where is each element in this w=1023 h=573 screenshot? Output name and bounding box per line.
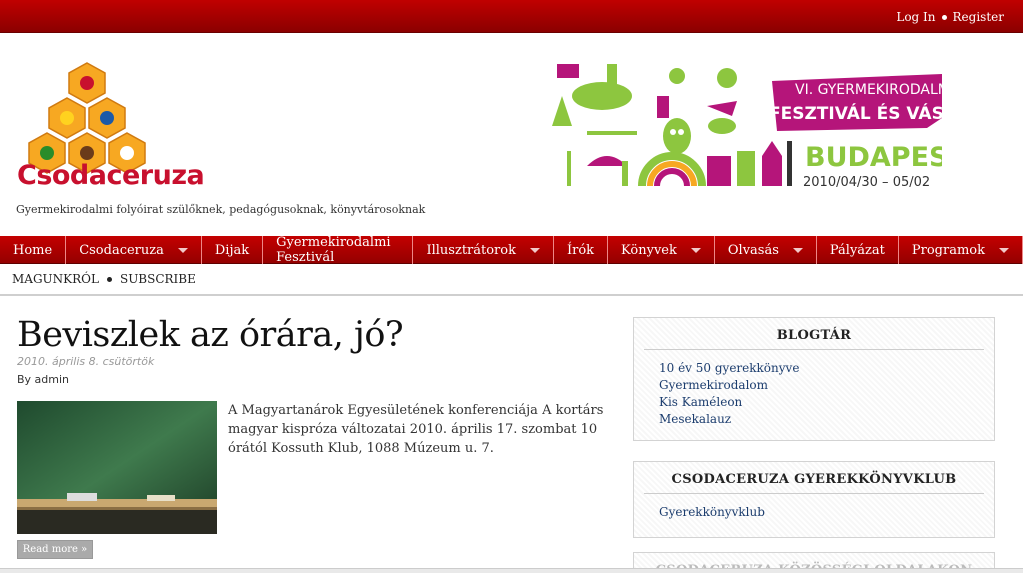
login-link[interactable]: Log In [896,10,935,24]
nav-label: Gyermekirodalmi Fesztivál [276,235,391,265]
sidebar-widget-gyerekkonyvklub: CSODACERUZA GYEREKKÖNYVKLUB Gyerekkönyvk… [633,461,995,538]
nav-dijak[interactable]: Dijak [202,236,264,264]
top-bar: Log In Register [0,0,1023,33]
banner-city: BUDAPEST [805,142,942,173]
post-excerpt: A Magyartanárok Egyesületének konferenci… [228,403,604,456]
nav-label: Olvasás [727,242,779,258]
page-bottom-edge [0,568,1023,573]
chevron-down-icon [999,247,1009,253]
nav-fesztival[interactable]: Gyermekirodalmi Fesztivál [263,235,414,265]
nav-label: Illusztrátorok [426,242,516,258]
main-navigation: Home Csodaceruza Dijak Gyermekirodalmi F… [0,235,1023,265]
site-name[interactable]: Csodaceruza [17,160,205,191]
sidebar-link[interactable]: Gyermekirodalom [659,377,994,394]
site-tagline: Gyermekirodalmi folyóirat szülőknek, ped… [16,203,426,216]
read-more-button[interactable]: Read more » [17,540,93,559]
festival-banner[interactable]: VI. GYERMEKIRODALMI FESZTIVÁL ÉS VÁSÁR B… [547,56,942,190]
post-author: By admin [17,373,70,386]
nav-konyvek[interactable]: Könyvek [608,236,715,264]
sidebar-link[interactable]: Mesekalauz [659,411,994,428]
post-title[interactable]: Beviszlek az órára, jó? [17,315,404,355]
widget-link-list: Gyerekkönyvklub [634,494,994,521]
nav-label: Programok [911,242,985,258]
banner-line1: VI. GYERMEKIRODALMI [795,82,942,98]
banner-dates: 2010/04/30 – 05/02 [803,175,930,190]
nav-label: Könyvek [621,242,677,258]
nav-label: Írók [566,242,595,258]
register-link[interactable]: Register [953,10,1004,24]
nav-irok[interactable]: Írók [554,236,609,264]
widget-title: BLOGTÁR [644,328,984,350]
nav-programok[interactable]: Programok [899,236,1023,264]
widget-link-list: 10 év 50 gyerekkönyve Gyermekirodalom Ki… [634,350,994,428]
sidebar-link[interactable]: 10 év 50 gyerekkönyve [659,360,994,377]
nav-home[interactable]: Home [0,236,67,264]
nav-label: Home [13,242,53,258]
nav-palyazat[interactable]: Pályázat [817,236,899,264]
nav-label: Csodaceruza [79,242,164,258]
subnav-about[interactable]: MAGUNKRÓL [12,272,99,286]
post-thumbnail[interactable] [17,401,217,534]
secondary-navigation: MAGUNKRÓL SUBSCRIBE [0,264,1023,296]
nav-label: Dijak [214,242,250,258]
bullet-separator [106,276,112,282]
sidebar-link[interactable]: Gyerekkönyvklub [659,504,994,521]
banner-line2: FESZTIVÁL ÉS VÁSÁR [769,102,942,124]
post-date: 2010. április 8. csütörtök [17,355,155,368]
nav-label: Pályázat [829,242,885,258]
sidebar-widget-blogtar: BLOGTÁR 10 év 50 gyerekkönyve Gyermekiro… [633,317,995,441]
bullet-separator [941,14,947,20]
nav-csodaceruza[interactable]: Csodaceruza [66,236,202,264]
chevron-down-icon [529,247,540,253]
banner-illustration [552,64,792,187]
account-links: Log In Register [896,10,1004,24]
chevron-down-icon [177,247,188,253]
chevron-down-icon [690,247,701,253]
nav-olvasas[interactable]: Olvasás [715,236,817,264]
chevron-down-icon [792,247,803,253]
sidebar-link[interactable]: Kis Kaméleon [659,394,994,411]
nav-illusztratorok[interactable]: Illusztrátorok [413,236,554,264]
widget-title: CSODACERUZA GYEREKKÖNYVKLUB [644,472,984,494]
subnav-subscribe[interactable]: SUBSCRIBE [120,272,196,286]
